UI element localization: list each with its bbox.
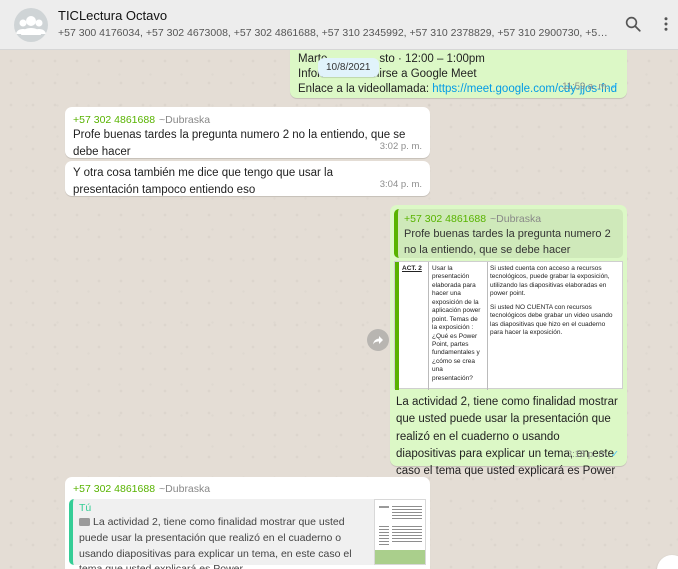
- read-ticks-icon: ✓: [611, 449, 619, 461]
- sender-phone[interactable]: +57 302 4861688: [73, 483, 155, 495]
- quote-sender-nick: ~Dubraska: [490, 213, 542, 225]
- forward-icon[interactable]: [367, 329, 389, 351]
- quoted-message[interactable]: +57 302 4861688 ~Dubraska Profe buenas ta…: [394, 209, 623, 258]
- meeting-line2-rest: unirse a Google Meet: [366, 68, 477, 80]
- message-text: Y otra cosa también me dice que tengo qu…: [73, 167, 333, 196]
- document-image[interactable]: ACT. 2 Usar la presentación elaborada pa…: [394, 261, 623, 390]
- read-ticks-icon: ✓: [611, 81, 619, 93]
- camera-icon: [79, 518, 90, 527]
- message-time: 11:59 a. m. ✓: [562, 81, 619, 93]
- scroll-down-button[interactable]: [657, 555, 678, 569]
- meeting-link-label: Enlace a la videollamada:: [298, 83, 433, 95]
- menu-icon[interactable]: [655, 13, 677, 35]
- participants-list: +57 300 4176034, +57 302 4673008, +57 30…: [58, 27, 613, 39]
- message-incoming[interactable]: Y otra cosa también me dice que tengo qu…: [65, 161, 430, 196]
- doc-column-1: Usar la presentación elaborada para hace…: [432, 265, 481, 382]
- sender-nick: ~Dubraska: [159, 483, 211, 495]
- quote-sender-phone: +57 302 4861688: [404, 213, 487, 225]
- message-time: 3:18 p. m. ✓: [566, 449, 619, 461]
- sender-phone[interactable]: +57 302 4861688: [73, 114, 155, 126]
- quote-sender: Tú: [79, 502, 92, 514]
- chat-header[interactable]: TICLectura Octavo +57 300 4176034, +57 3…: [0, 0, 678, 50]
- message-incoming[interactable]: +57 302 4861688 ~Dubraska Profe buenas ta…: [65, 107, 430, 158]
- chat-area[interactable]: Marte sto · 12:00 – 1:00pm Inform unirse a…: [0, 50, 678, 569]
- message-time: 3:02 p. m.: [379, 141, 422, 153]
- quote-text: La actividad 2, tiene como finalidad mos…: [79, 516, 352, 569]
- message-outgoing-reply[interactable]: +57 302 4861688 ~Dubraska Profe buenas ta…: [390, 205, 627, 494]
- doc-column-2a: Si usted cuenta con acceso a recursos te…: [490, 265, 610, 298]
- message-text: Profe buenas tardes la pregunta numero 2…: [73, 129, 406, 158]
- quoted-message[interactable]: Tú La actividad 2, tiene como finalidad …: [69, 499, 426, 569]
- quote-text: Profe buenas tardes la pregunta numero 2…: [404, 228, 611, 256]
- group-avatar-icon[interactable]: [14, 8, 48, 42]
- message-incoming-reply[interactable]: +57 302 4861688 ~Dubraska Tú La actividad…: [65, 477, 430, 569]
- meeting-line1-rest: sto · 12:00 – 1:00pm: [379, 53, 485, 65]
- doc-column-2b: Si usted NO CUENTA con recursos tecnológ…: [490, 304, 613, 337]
- sender-nick: ~Dubraska: [159, 114, 211, 126]
- doc-act-label: ACT. 2: [402, 265, 422, 272]
- chat-title[interactable]: TICLectura Octavo: [58, 8, 167, 23]
- message-time: 3:04 p. m.: [379, 179, 422, 191]
- search-icon[interactable]: [622, 13, 644, 35]
- quote-image-thumbnail: [374, 499, 426, 565]
- date-pill: 10/8/2021: [318, 58, 379, 77]
